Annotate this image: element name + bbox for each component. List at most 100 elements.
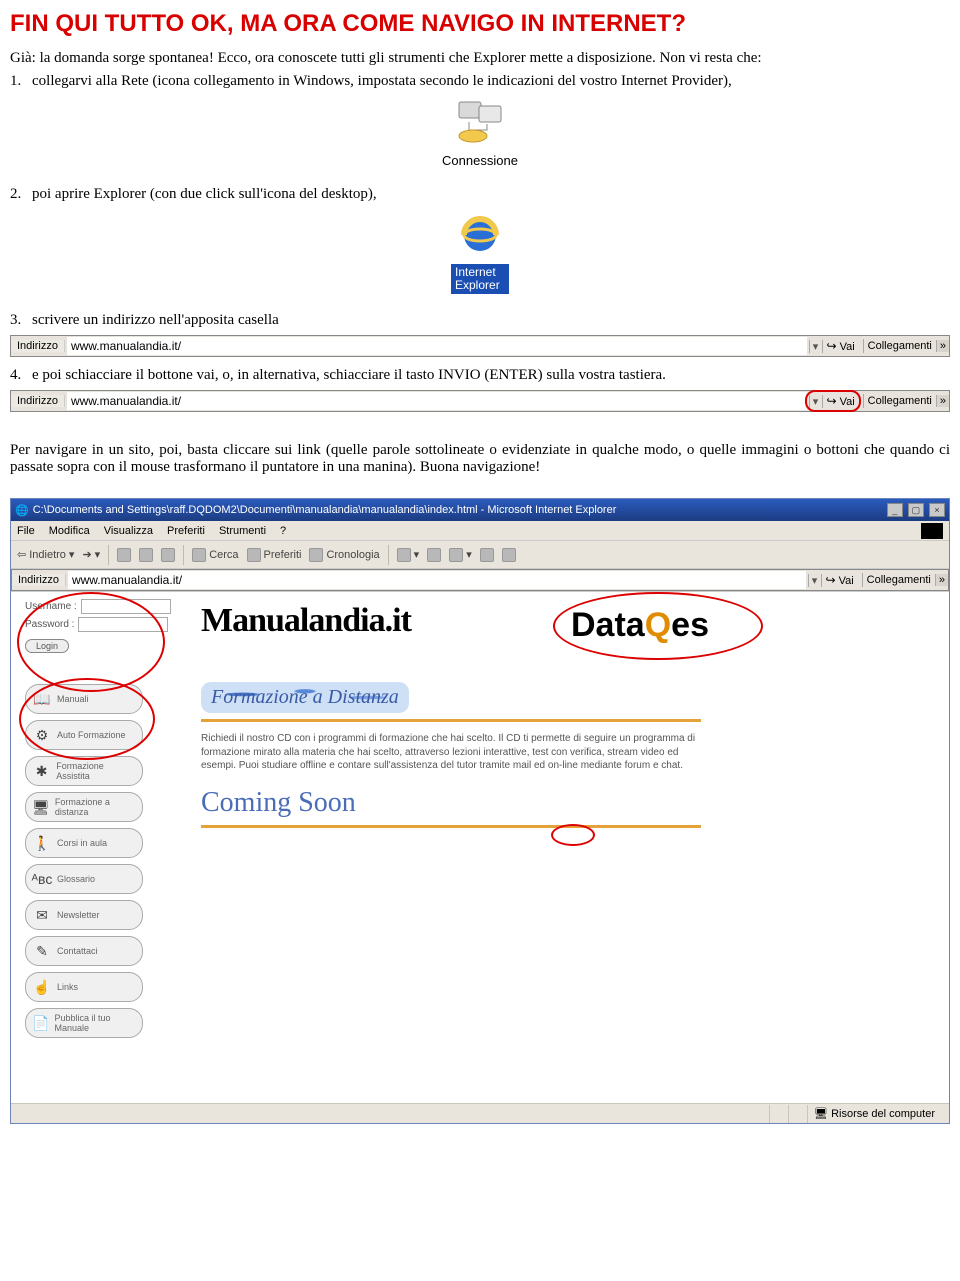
nav-newsletter[interactable]: ✉ Newsletter — [25, 900, 143, 930]
nav-manuali[interactable]: 📖Manuali — [25, 684, 143, 714]
addr-input-2[interactable]: www.manualandia.it/ — [67, 392, 807, 410]
nav-contattaci[interactable]: ✎Contattaci — [25, 936, 143, 966]
nav-links[interactable]: ☝ Links — [25, 972, 143, 1002]
refresh-icon — [139, 548, 153, 562]
print-icon — [427, 548, 441, 562]
nav-glossario[interactable]: ᴬʙᴄGlossario — [25, 864, 143, 894]
status-cell-1 — [769, 1105, 782, 1123]
chevron-icon-2[interactable]: » — [936, 395, 949, 407]
page-content: Username : Password : Login Manualandia.… — [11, 591, 949, 1103]
step-2-text: poi aprire Explorer (con due click sull'… — [32, 186, 377, 202]
step-2-num: 2. — [10, 186, 32, 203]
links-button[interactable]: Collegamenti — [864, 340, 936, 352]
search-button[interactable]: Cerca — [192, 548, 238, 562]
step-3-num: 3. — [10, 312, 32, 329]
related-button[interactable] — [502, 548, 516, 562]
discuss-icon — [480, 548, 494, 562]
back-label: Indietro — [29, 549, 66, 561]
password-input[interactable] — [78, 617, 168, 632]
divider — [201, 719, 701, 722]
pencil-icon: ✎ — [32, 941, 52, 961]
addr-dropdown-icon[interactable]: ▾ — [809, 340, 823, 353]
step-4: 4.e poi schiacciare il bottone vai, o, i… — [10, 367, 950, 384]
envelope-icon: ✉ — [32, 905, 52, 925]
doc-icon: 📄 — [32, 1013, 50, 1033]
menu-help[interactable]: ? — [280, 525, 286, 537]
nav-gloss-label: Glossario — [57, 874, 95, 884]
refresh-button[interactable] — [139, 548, 153, 562]
go-button[interactable]: Vai — [823, 339, 864, 353]
forward-drop-icon: ▾ — [95, 548, 101, 561]
menu-strumenti[interactable]: Strumenti — [219, 525, 266, 537]
back-button[interactable]: ⇦Indietro▾ — [17, 548, 74, 561]
history-button[interactable]: Cronologia — [309, 548, 379, 562]
edit-button[interactable]: ▾ — [449, 548, 472, 562]
intro-paragraph: Già: la domanda sorge spontanea! Ecco, o… — [10, 50, 950, 67]
nav-formazione-assistita[interactable]: ✱Formazione Assistita — [25, 756, 143, 786]
nav-corsi-aula[interactable]: 🚶Corsi in aula — [25, 828, 143, 858]
window-title-text: C:\Documents and Settings\raff.DQDOM2\Do… — [33, 504, 885, 516]
gear-icon: ⚙ — [32, 725, 52, 745]
step-4-text: e poi schiacciare il bottone vai, o, in … — [32, 367, 666, 383]
menu-preferiti[interactable]: Preferiti — [167, 525, 205, 537]
addr-label-2: Indirizzo — [11, 395, 65, 407]
go-button-2[interactable]: Vai — [823, 394, 864, 408]
menu-visualizza[interactable]: Visualizza — [104, 525, 153, 537]
step-2: 2.poi aprire Explorer (con due click sul… — [10, 186, 950, 203]
monitor-icon: 🖥 — [32, 797, 50, 817]
addr-input[interactable]: www.manualandia.it/ — [67, 337, 807, 355]
main-body: Formazione a Distanza Richiedi il nostro… — [201, 682, 701, 838]
pointer-icon: ☝ — [32, 977, 52, 997]
username-input[interactable] — [81, 599, 171, 614]
addr-label: Indirizzo — [11, 340, 65, 352]
links-button-b[interactable]: Collegamenti — [863, 574, 935, 586]
addr-dropdown-b[interactable]: ▾ — [808, 574, 822, 587]
menu-file[interactable]: File — [17, 525, 35, 537]
discuss-button[interactable] — [480, 548, 494, 562]
nav-auto-formazione[interactable]: ⚙Auto Formazione — [25, 720, 143, 750]
menu-modifica[interactable]: Modifica — [49, 525, 90, 537]
chevron-icon[interactable]: » — [936, 340, 949, 352]
addr-dropdown-icon-2[interactable]: ▾ — [809, 395, 823, 408]
favorites-icon — [247, 548, 261, 562]
password-label: Password : — [25, 619, 74, 630]
related-icon — [502, 548, 516, 562]
stop-icon — [117, 548, 131, 562]
throbber-icon — [921, 523, 943, 539]
status-cell-2 — [788, 1105, 801, 1123]
history-icon — [309, 548, 323, 562]
favorites-button[interactable]: Preferiti — [247, 548, 302, 562]
addr-input-b[interactable]: www.manualandia.it/ — [68, 571, 806, 589]
dataq-p1: Data — [571, 606, 645, 644]
maximize-button[interactable]: ▢ — [908, 503, 924, 517]
nav-links-label: Links — [57, 982, 78, 992]
nav-news-label: Newsletter — [57, 910, 100, 920]
step-1: 1.collegarvi alla Rete (icona collegamen… — [10, 73, 950, 90]
nav-pubblica[interactable]: 📄Pubblica il tuo Manuale — [25, 1008, 143, 1038]
links-button-2[interactable]: Collegamenti — [864, 395, 936, 407]
nav-formazione-distanza[interactable]: 🖥Formazione a distanza — [25, 792, 143, 822]
stop-button[interactable] — [117, 548, 131, 562]
dataqes-logo: DataQes — [571, 606, 709, 645]
dataq-p2: es — [671, 606, 709, 644]
status-text: Risorse del computer — [831, 1108, 935, 1120]
edit-icon — [449, 548, 463, 562]
dataq-q: Q — [645, 606, 671, 644]
home-button[interactable] — [161, 548, 175, 562]
nav-manuali-label: Manuali — [57, 694, 89, 704]
close-button[interactable]: × — [929, 503, 945, 517]
ie-label-2: Explorer — [455, 278, 500, 292]
minimize-button[interactable]: _ — [887, 503, 903, 517]
login-button[interactable]: Login — [25, 639, 69, 653]
chevron-b[interactable]: » — [935, 574, 948, 586]
go-button-b[interactable]: Vai — [822, 573, 863, 587]
address-bar-2: Indirizzo www.manualandia.it/ ▾ Vai Coll… — [10, 390, 950, 412]
window-buttons: _ ▢ × — [885, 503, 945, 517]
mail-button[interactable]: ▾ — [397, 548, 420, 562]
forward-button[interactable]: ➔▾ — [82, 548, 100, 561]
step-3-text: scrivere un indirizzo nell'apposita case… — [32, 312, 279, 328]
print-button[interactable] — [427, 548, 441, 562]
addr-label-b: Indirizzo — [12, 574, 66, 586]
coming-soon: Coming Soon — [201, 787, 701, 819]
nav-fa-label: Formazione Assistita — [56, 761, 136, 781]
